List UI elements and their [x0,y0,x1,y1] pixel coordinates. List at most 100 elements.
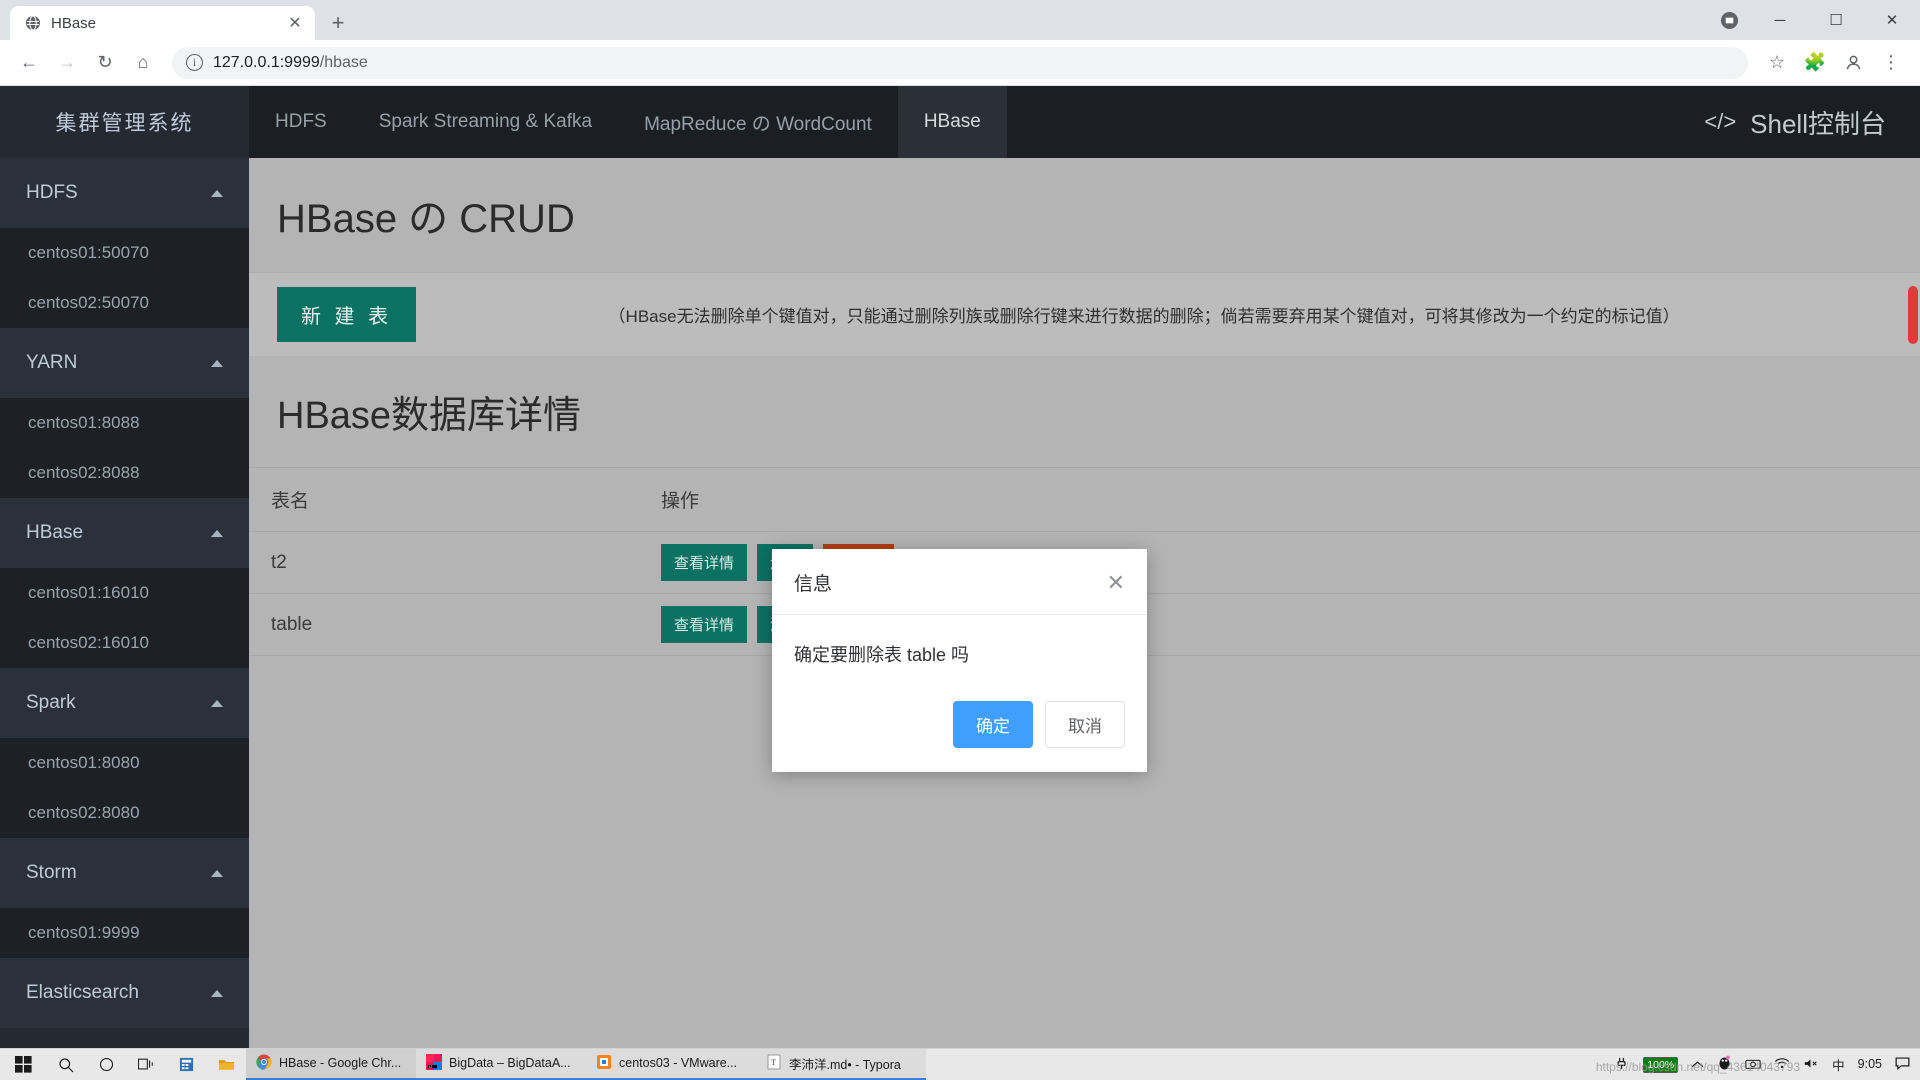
dialog-message: 确定要删除表 table 吗 [794,645,970,665]
sidebar-group-label: HDFS [26,182,78,203]
typora-icon: T [766,1054,782,1073]
maximize-button[interactable]: ☐ [1808,0,1864,40]
close-window-button[interactable]: ✕ [1864,0,1920,40]
taskbar-app-label: HBase - Google Chr... [279,1056,402,1070]
section-title: HBase数据库详情 [277,395,582,437]
tab-mapreduce-wordcount[interactable]: MapReduce の WordCount [618,86,898,158]
ime-indicator[interactable]: 中 [1832,1055,1845,1074]
calculator-icon[interactable] [166,1049,206,1080]
page-title: HBase の CRUD [277,197,575,241]
clock[interactable]: 9:05 [1858,1057,1882,1071]
browser-tab[interactable]: HBase ✕ [10,6,315,40]
chrome-icon [256,1054,272,1073]
watermark: https://blog.csdn.net/qq_43614043793 [1595,1060,1800,1074]
new-table-button[interactable]: 新 建 表 [277,287,417,342]
view-detail-button[interactable]: 查看详情 [661,606,748,643]
page-scrollbar-thumb[interactable] [1908,286,1918,344]
top-nav: HDFS Spark Streaming & Kafka MapReduce の… [249,86,1920,158]
taskbar-app-chrome[interactable]: HBase - Google Chr... [246,1048,416,1080]
sidebar-item-centos02-8088[interactable]: centos02:8088 [0,448,249,498]
column-header-actions: 操作 [639,467,1920,532]
sidebar-item-centos02-50070[interactable]: centos02:50070 [0,278,249,328]
vmware-icon [596,1054,612,1073]
sidebar-brand: 集群管理系统 [0,86,249,158]
file-explorer-icon[interactable] [206,1049,246,1080]
home-icon[interactable]: ⌂ [126,46,160,80]
volume-muted-icon[interactable] [1803,1057,1819,1073]
sidebar-item-centos01-50070[interactable]: centos01:50070 [0,228,249,278]
close-icon[interactable]: ✕ [285,13,305,33]
sidebar-item-centos01-9999[interactable]: centos01:9999 [0,908,249,958]
shell-console-label: Shell控制台 [1750,108,1886,139]
tab-hbase[interactable]: HBase [897,86,1007,158]
back-arrow-icon[interactable]: ← [12,46,46,80]
cast-icon[interactable] [1706,0,1752,40]
sidebar-group-label: HBase [26,522,84,543]
taskbar-app-typora[interactable]: T 李沛洋.md• - Typora [756,1048,926,1080]
taskbar-app-vmware[interactable]: centos03 - VMware... [586,1048,756,1080]
dialog-header: 信息 ✕ [772,549,1147,615]
url-host: 127.0.0.1:9999 [213,53,320,71]
sidebar-sublist-hdfs: centos01:50070 centos02:50070 [0,228,249,328]
sidebar-item-centos02-16010[interactable]: centos02:16010 [0,618,249,668]
taskbar-app-label: 李沛洋.md• - Typora [789,1057,901,1072]
sidebar-sublist-storm: centos01:9999 [0,908,249,958]
chevron-up-icon [211,359,223,367]
chevron-up-icon [211,869,223,877]
sidebar: 集群管理系统 HDFS centos01:50070 centos02:5007… [0,86,249,1048]
info-circle-icon[interactable]: i [186,54,203,71]
taskbar-app-label: BigData – BigDataA... [449,1056,571,1070]
tab-spark-streaming-kafka[interactable]: Spark Streaming & Kafka [353,86,618,158]
svg-text:IJ: IJ [429,1064,432,1069]
web-page: 集群管理系统 HDFS centos01:50070 centos02:5007… [0,86,1920,1048]
action-center-icon[interactable] [1895,1056,1910,1073]
shell-console-link[interactable]: </> Shell控制台 [1704,86,1920,158]
bookmark-star-icon[interactable]: ☆ [1760,46,1794,80]
sidebar-item-centos02-8080[interactable]: centos02:8080 [0,788,249,838]
sidebar-group-elasticsearch[interactable]: Elasticsearch [0,958,249,1028]
screen: HBase ✕ + ─ ☐ ✕ ← → ↻ ⌂ i 127.0.0.1:9999… [0,0,1920,1080]
sidebar-group-hdfs[interactable]: HDFS [0,158,249,228]
reload-icon[interactable]: ↻ [88,46,122,80]
cortana-circle-icon[interactable] [86,1049,126,1080]
sidebar-group-yarn[interactable]: YARN [0,328,249,398]
toolbar-row: 新 建 表 （HBase无法删除单个键值对，只能通过删除列族或删除行键来进行数据… [249,272,1920,356]
code-brackets-icon: </> [1704,109,1737,134]
sidebar-item-centos01-16010[interactable]: centos01:16010 [0,568,249,618]
cancel-button[interactable]: 取消 [1045,701,1125,748]
close-icon[interactable]: ✕ [1107,571,1125,594]
globe-icon [24,15,41,32]
svg-text:T: T [771,1058,776,1067]
sidebar-group-label: Elasticsearch [26,982,139,1003]
sidebar-sublist-hbase: centos01:16010 centos02:16010 [0,568,249,668]
search-icon[interactable] [46,1049,86,1080]
puzzle-piece-icon[interactable]: 🧩 [1798,46,1832,80]
minimize-button[interactable]: ─ [1752,0,1808,40]
new-tab-button[interactable]: + [321,6,355,40]
forward-arrow-icon[interactable]: → [50,46,84,80]
profile-avatar-icon[interactable] [1836,46,1870,80]
sidebar-sublist-yarn: centos01:8088 centos02:8088 [0,398,249,498]
taskbar-app-intellij[interactable]: IJ BigData – BigDataA... [416,1048,586,1080]
sidebar-group-spark[interactable]: Spark [0,668,249,738]
cell-table-name: t2 [249,531,639,594]
sidebar-group-storm[interactable]: Storm [0,838,249,908]
confirm-dialog: 信息 ✕ 确定要删除表 table 吗 确定 取消 [772,549,1147,772]
intellij-idea-icon: IJ [426,1053,442,1073]
address-bar[interactable]: i 127.0.0.1:9999/hbase [172,46,1748,79]
sidebar-item-centos01-8080[interactable]: centos01:8080 [0,738,249,788]
browser-tab-title: HBase [51,14,97,32]
sidebar-group-hbase[interactable]: HBase [0,498,249,568]
view-detail-button[interactable]: 查看详情 [661,544,748,581]
windows-start-icon[interactable] [0,1049,46,1080]
dialog-footer: 确定 取消 [772,677,1147,772]
confirm-button[interactable]: 确定 [953,701,1033,748]
tab-hdfs[interactable]: HDFS [249,86,353,158]
task-view-icon[interactable] [126,1049,166,1080]
browser-toolbar: ← → ↻ ⌂ i 127.0.0.1:9999/hbase ☆ 🧩 ⋮ [0,40,1920,86]
browser-tab-strip: HBase ✕ + ─ ☐ ✕ [0,0,1920,40]
cell-table-name: table [249,593,639,656]
three-dot-menu-icon[interactable]: ⋮ [1874,46,1908,80]
sidebar-group-label: YARN [26,352,78,373]
sidebar-item-centos01-8088[interactable]: centos01:8088 [0,398,249,448]
